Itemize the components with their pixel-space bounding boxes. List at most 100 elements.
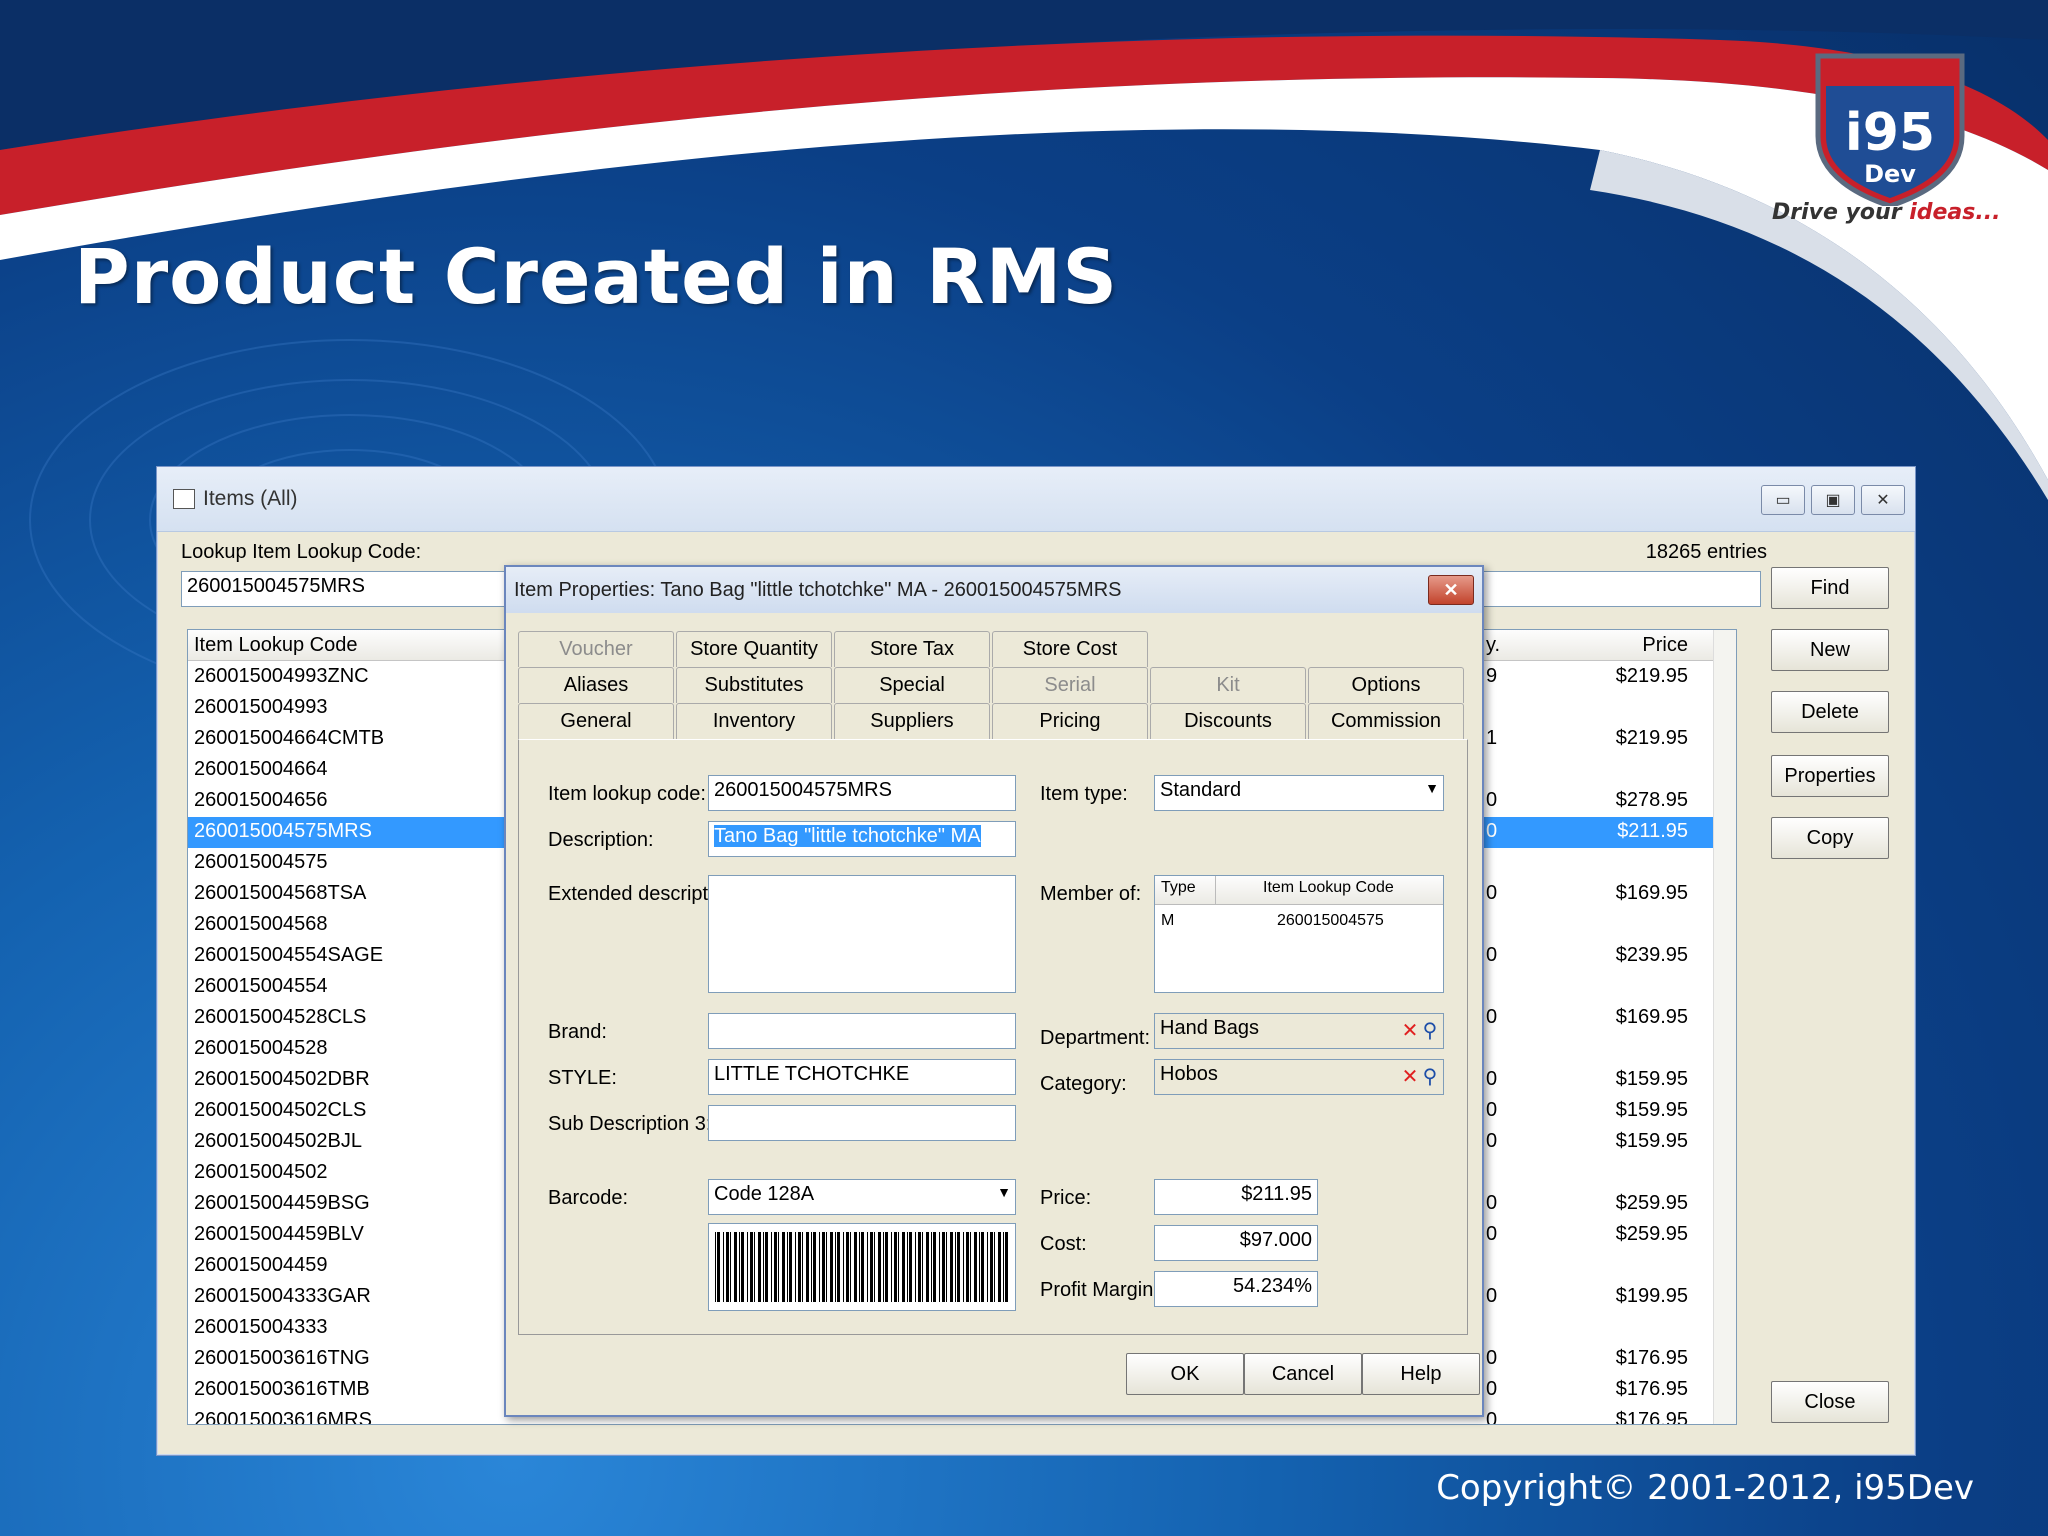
properties-button[interactable]: Properties xyxy=(1771,755,1889,797)
tab-special[interactable]: Special xyxy=(834,667,990,703)
department-value: Hand Bags xyxy=(1160,1017,1259,1039)
dialog-titlebar: Item Properties: Tano Bag "little tchotc… xyxy=(506,567,1482,613)
row-qty: 0 xyxy=(1486,789,1498,811)
cost-input[interactable]: $97.000 xyxy=(1154,1225,1318,1261)
row-price: $169.95 xyxy=(1615,1006,1688,1028)
tab-options[interactable]: Options xyxy=(1308,667,1464,703)
ok-button[interactable]: OK xyxy=(1126,1353,1244,1395)
row-price: $211.95 xyxy=(1617,820,1688,842)
tab-discounts[interactable]: Discounts xyxy=(1150,703,1306,739)
items-list-scrollbar[interactable] xyxy=(1713,630,1736,1424)
row-qty: 9 xyxy=(1486,665,1498,687)
col-header-price[interactable]: Price xyxy=(1642,634,1688,657)
description-selected-text: Tano Bag "little tchotchke" MA xyxy=(714,825,981,847)
close-button[interactable]: Close xyxy=(1771,1381,1889,1423)
brand-input[interactable] xyxy=(708,1013,1016,1049)
extended-description-input[interactable] xyxy=(708,875,1016,993)
row-price: $259.95 xyxy=(1615,1192,1688,1214)
tab-inventory[interactable]: Inventory xyxy=(676,703,832,739)
row-item-code: 260015003616MRS xyxy=(194,1409,372,1425)
help-button[interactable]: Help xyxy=(1362,1353,1480,1395)
tab-store-cost[interactable]: Store Cost xyxy=(992,631,1148,667)
member-table-header: Type Item Lookup Code xyxy=(1155,876,1443,905)
tab-general[interactable]: General xyxy=(518,703,674,739)
row-price: $176.95 xyxy=(1615,1409,1688,1425)
description-input[interactable]: Tano Bag "little tchotchke" MA xyxy=(708,821,1016,857)
row-qty: 0 xyxy=(1486,882,1498,904)
row-item-code: 260015004459BLV xyxy=(194,1223,364,1245)
maximize-button[interactable]: ▣ xyxy=(1811,485,1855,515)
tab-pricing[interactable]: Pricing xyxy=(992,703,1148,739)
row-item-code: 260015004568TSA xyxy=(194,882,367,904)
row-price: $219.95 xyxy=(1615,665,1688,687)
col-header-qty[interactable]: y. xyxy=(1486,634,1500,657)
category-value: Hobos xyxy=(1160,1063,1218,1085)
row-item-code: 260015004502DBR xyxy=(194,1068,370,1090)
tab-kit[interactable]: Kit xyxy=(1150,667,1306,703)
row-item-code: 260015003616TNG xyxy=(194,1347,370,1369)
col-header-code[interactable]: Item Lookup Code xyxy=(194,634,357,657)
row-price: $159.95 xyxy=(1615,1068,1688,1090)
slide-title: Product Created in RMS xyxy=(74,232,1119,321)
row-item-code: 260015004664CMTB xyxy=(194,727,385,749)
tab-store-quantity[interactable]: Store Quantity xyxy=(676,631,832,667)
tab-commission[interactable]: Commission xyxy=(1308,703,1464,739)
category-label: Category: xyxy=(1040,1073,1127,1095)
style-input[interactable]: LITTLE TCHOTCHKE xyxy=(708,1059,1016,1095)
item-type-select[interactable]: Standard ▼ xyxy=(1154,775,1444,811)
barcode-select[interactable]: Code 128A ▼ xyxy=(708,1179,1016,1215)
row-qty: 0 xyxy=(1486,1409,1498,1425)
tab-suppliers[interactable]: Suppliers xyxy=(834,703,990,739)
dialog-close-button[interactable]: ✕ xyxy=(1428,575,1474,605)
tab-aliases[interactable]: Aliases xyxy=(518,667,674,703)
items-window-titlebar: Items (All) ▭ ▣ ✕ xyxy=(157,467,1915,532)
item-type-label: Item type: xyxy=(1040,783,1128,805)
department-label: Department: xyxy=(1040,1027,1151,1049)
copy-button[interactable]: Copy xyxy=(1771,817,1889,859)
price-label: Price: xyxy=(1040,1187,1092,1209)
row-price: $199.95 xyxy=(1615,1285,1688,1307)
description-label: Description: xyxy=(548,829,654,851)
row-price: $159.95 xyxy=(1615,1099,1688,1121)
delete-button[interactable]: Delete xyxy=(1771,691,1889,733)
member-row-code: 260015004575 xyxy=(1277,912,1384,929)
member-of-label: Member of: xyxy=(1040,883,1142,905)
row-item-code: 260015004502BJL xyxy=(194,1130,362,1152)
search-category-icon[interactable]: ⚲ xyxy=(1420,1063,1440,1089)
price-input[interactable]: $211.95 xyxy=(1154,1179,1318,1215)
svg-text:i95: i95 xyxy=(1845,103,1935,163)
close-window-button[interactable]: ✕ xyxy=(1861,485,1905,515)
row-item-code: 260015004993ZNC xyxy=(194,665,369,687)
row-qty: 0 xyxy=(1486,1099,1498,1121)
cancel-button[interactable]: Cancel xyxy=(1244,1353,1362,1395)
row-item-code: 260015004568 xyxy=(194,913,328,935)
row-qty: 1 xyxy=(1486,727,1498,749)
search-department-icon[interactable]: ⚲ xyxy=(1420,1017,1440,1043)
tab-voucher[interactable]: Voucher xyxy=(518,631,674,667)
tab-store-tax[interactable]: Store Tax xyxy=(834,631,990,667)
tab-serial[interactable]: Serial xyxy=(992,667,1148,703)
row-price: $159.95 xyxy=(1615,1130,1688,1152)
tab-substitutes[interactable]: Substitutes xyxy=(676,667,832,703)
member-of-table[interactable]: Type Item Lookup Code M 260015004575 xyxy=(1154,875,1444,993)
clear-department-icon[interactable]: ✕ xyxy=(1400,1017,1420,1043)
lookup-code-input[interactable]: 260015004575MRS xyxy=(708,775,1016,811)
clear-category-icon[interactable]: ✕ xyxy=(1400,1063,1420,1089)
svg-text:Dev: Dev xyxy=(1864,160,1916,188)
find-button[interactable]: Find xyxy=(1771,567,1889,609)
row-price: $176.95 xyxy=(1615,1347,1688,1369)
minimize-button[interactable]: ▭ xyxy=(1761,485,1805,515)
sub-description-label: Sub Description 3: xyxy=(548,1113,712,1135)
barcode-image xyxy=(708,1223,1016,1311)
sub-description-input[interactable] xyxy=(708,1105,1016,1141)
row-item-code: 260015004554SAGE xyxy=(194,944,384,966)
profit-margin-input[interactable]: 54.234% xyxy=(1154,1271,1318,1307)
row-qty: 0 xyxy=(1486,1347,1498,1369)
row-qty: 0 xyxy=(1486,1068,1498,1090)
brand-label: Brand: xyxy=(548,1021,607,1043)
new-button[interactable]: New xyxy=(1771,629,1889,671)
row-item-code: 260015004554 xyxy=(194,975,328,997)
barcode-label: Barcode: xyxy=(548,1187,629,1209)
row-qty: 0 xyxy=(1486,1130,1498,1152)
items-window-title: Items (All) xyxy=(203,487,298,510)
